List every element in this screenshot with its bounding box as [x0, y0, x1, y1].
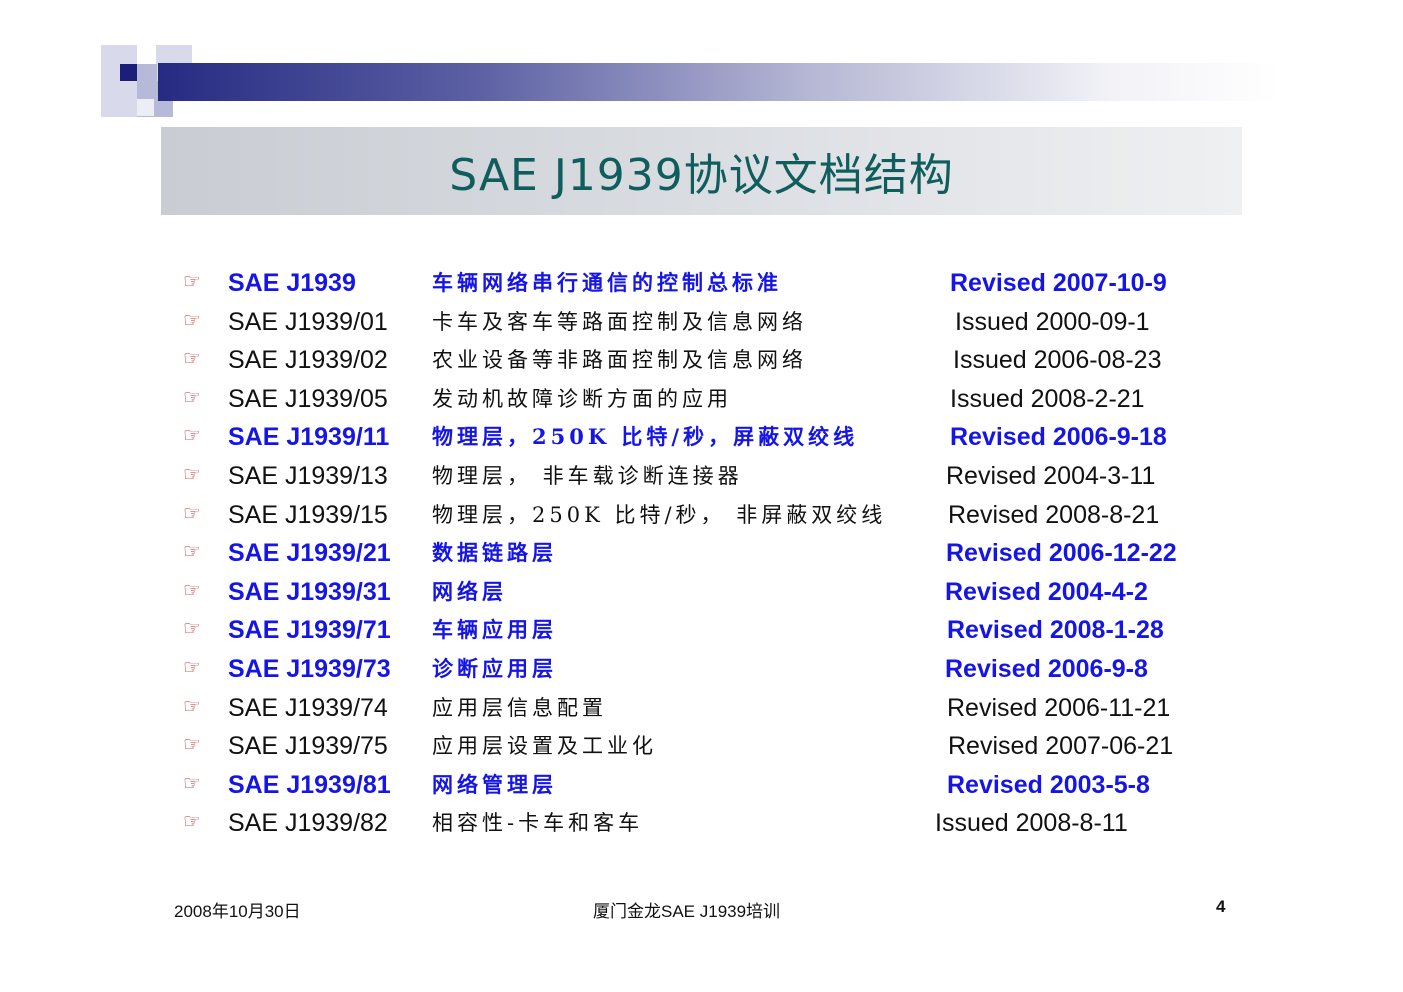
- pointing-hand-icon: ☞: [183, 346, 201, 371]
- document-id: SAE J1939/21: [228, 539, 391, 568]
- document-row: ☞ SAE J1939/15 物理层，250K 比特/秒， 非屏蔽双绞线 Revise…: [0, 496, 1403, 534]
- document-id: SAE J1939/15: [228, 500, 388, 529]
- deco-square: [120, 64, 137, 81]
- document-id: SAE J1939/75: [228, 732, 388, 761]
- pointing-hand-icon: ☞: [183, 384, 201, 409]
- document-description: 数据链路层: [432, 540, 557, 566]
- page-number: 4: [1216, 897, 1226, 916]
- document-id: SAE J1939/71: [228, 616, 391, 645]
- title-band: SAE J1939协议文档结构: [161, 127, 1242, 215]
- pointing-hand-icon: ☞: [183, 770, 201, 795]
- document-row: ☞ SAE J1939/21 数据链路层 Revised 2006-12-22: [0, 534, 1403, 572]
- document-row: ☞ SAE J1939/73 诊断应用层 Revised 2006-9-8: [0, 650, 1403, 688]
- document-id: SAE J1939/82: [228, 809, 388, 838]
- document-id: SAE J1939/73: [228, 655, 391, 683]
- document-row: ☞ SAE J1939 车辆网络串行通信的控制总标准 Revised 2007-10-…: [0, 264, 1403, 302]
- pointing-hand-icon: ☞: [183, 539, 201, 564]
- document-description: 车辆应用层: [432, 617, 557, 643]
- document-row: ☞ SAE J1939/81 网络管理层 Revised 2003-5-8: [0, 766, 1403, 804]
- document-id: SAE J1939/74: [228, 693, 388, 722]
- document-date: Revised 2004-4-2: [945, 577, 1148, 606]
- document-date: Revised 2006-11-21: [947, 693, 1171, 722]
- pointing-hand-icon: ☞: [183, 462, 201, 486]
- document-id: SAE J1939/81: [228, 770, 391, 799]
- document-description: 物理层， 非车载诊断连接器: [432, 464, 743, 488]
- document-row: ☞ SAE J1939/31 网络层 Revised 2004-4-2: [0, 573, 1403, 611]
- pointing-hand-icon: ☞: [183, 307, 201, 332]
- document-id: SAE J1939/01: [228, 307, 388, 336]
- document-date: Revised 2007-10-9: [950, 269, 1167, 297]
- document-id: SAE J1939/02: [228, 346, 388, 375]
- pointing-hand-icon: ☞: [183, 809, 201, 834]
- document-description: 应用层设置及工业化: [432, 734, 657, 759]
- pointing-hand-icon: ☞: [183, 577, 201, 602]
- document-row: ☞ SAE J1939/71 车辆应用层 Revised 2008-1-28: [0, 611, 1403, 649]
- document-id: SAE J1939: [228, 269, 356, 297]
- document-date: Revised 2004-3-11: [946, 462, 1156, 490]
- slide-title: SAE J1939协议文档结构: [449, 150, 954, 201]
- document-row: ☞ SAE J1939/05 发动机故障诊断方面的应用 Issued 2008-2-2…: [0, 380, 1403, 418]
- footer-title: 厦门金龙SAE J1939培训: [593, 902, 781, 921]
- document-row: ☞ SAE J1939/11 物理层，250K 比特/秒，屏蔽双绞线 Revised …: [0, 418, 1403, 456]
- document-description: 相容性-卡车和客车: [432, 811, 644, 836]
- document-id: SAE J1939/31: [228, 577, 391, 606]
- document-row: ☞ SAE J1939/82 相容性-卡车和客车 Issued 2008-8-11: [0, 804, 1403, 842]
- document-row: ☞ SAE J1939/13 物理层， 非车载诊断连接器 Revised 2004-3…: [0, 457, 1403, 495]
- header-gradient-bar: [158, 63, 1280, 101]
- document-description: 应用层信息配置: [432, 695, 607, 720]
- pointing-hand-icon: ☞: [183, 732, 201, 757]
- pointing-hand-icon: ☞: [183, 693, 201, 718]
- document-date: Revised 2007-06-21: [948, 732, 1174, 761]
- deco-square: [137, 64, 157, 81]
- document-id: SAE J1939/13: [228, 462, 388, 490]
- document-id: SAE J1939/05: [228, 384, 388, 413]
- pointing-hand-icon: ☞: [183, 423, 201, 448]
- pointing-hand-icon: ☞: [183, 269, 201, 293]
- footer-date: 2008年10月30日: [174, 902, 301, 921]
- document-description: 农业设备等非路面控制及信息网络: [432, 348, 807, 373]
- document-date: Issued 2008-2-21: [950, 384, 1145, 413]
- document-row: ☞ SAE J1939/02 农业设备等非路面控制及信息网络 Issued 2006-…: [0, 341, 1403, 379]
- document-date: Revised 2006-9-8: [945, 655, 1148, 683]
- deco-square: [101, 81, 137, 117]
- document-description: 物理层，250K 比特/秒，屏蔽双绞线: [432, 424, 859, 450]
- document-date: Issued 2000-09-1: [955, 307, 1150, 336]
- document-description: 卡车及客车等路面控制及信息网络: [432, 309, 807, 334]
- document-description: 诊断应用层: [432, 656, 557, 681]
- document-date: Revised 2003-5-8: [947, 770, 1150, 799]
- document-date: Issued 2006-08-23: [953, 346, 1162, 375]
- document-description: 物理层，250K 比特/秒， 非屏蔽双绞线: [432, 502, 887, 527]
- document-row: ☞ SAE J1939/01 卡车及客车等路面控制及信息网络 Issued 2000-…: [0, 303, 1403, 341]
- document-date: Revised 2006-9-18: [950, 423, 1167, 452]
- document-description: 发动机故障诊断方面的应用: [432, 386, 732, 411]
- document-date: Revised 2008-1-28: [947, 616, 1164, 645]
- document-date: Revised 2008-8-21: [948, 500, 1160, 529]
- document-description: 网络层: [432, 578, 507, 604]
- deco-square: [137, 99, 154, 116]
- pointing-hand-icon: ☞: [183, 616, 201, 641]
- document-id: SAE J1939/11: [228, 423, 390, 452]
- document-row: ☞ SAE J1939/74 应用层信息配置 Revised 2006-11-21: [0, 689, 1403, 727]
- document-row: ☞ SAE J1939/75 应用层设置及工业化 Revised 2007-06-21: [0, 727, 1403, 765]
- document-date: Revised 2006-12-22: [946, 539, 1177, 568]
- pointing-hand-icon: ☞: [183, 500, 201, 525]
- document-description: 网络管理层: [432, 771, 557, 797]
- pointing-hand-icon: ☞: [183, 655, 201, 679]
- document-description: 车辆网络串行通信的控制总标准: [432, 270, 782, 295]
- document-date: Issued 2008-8-11: [935, 809, 1128, 838]
